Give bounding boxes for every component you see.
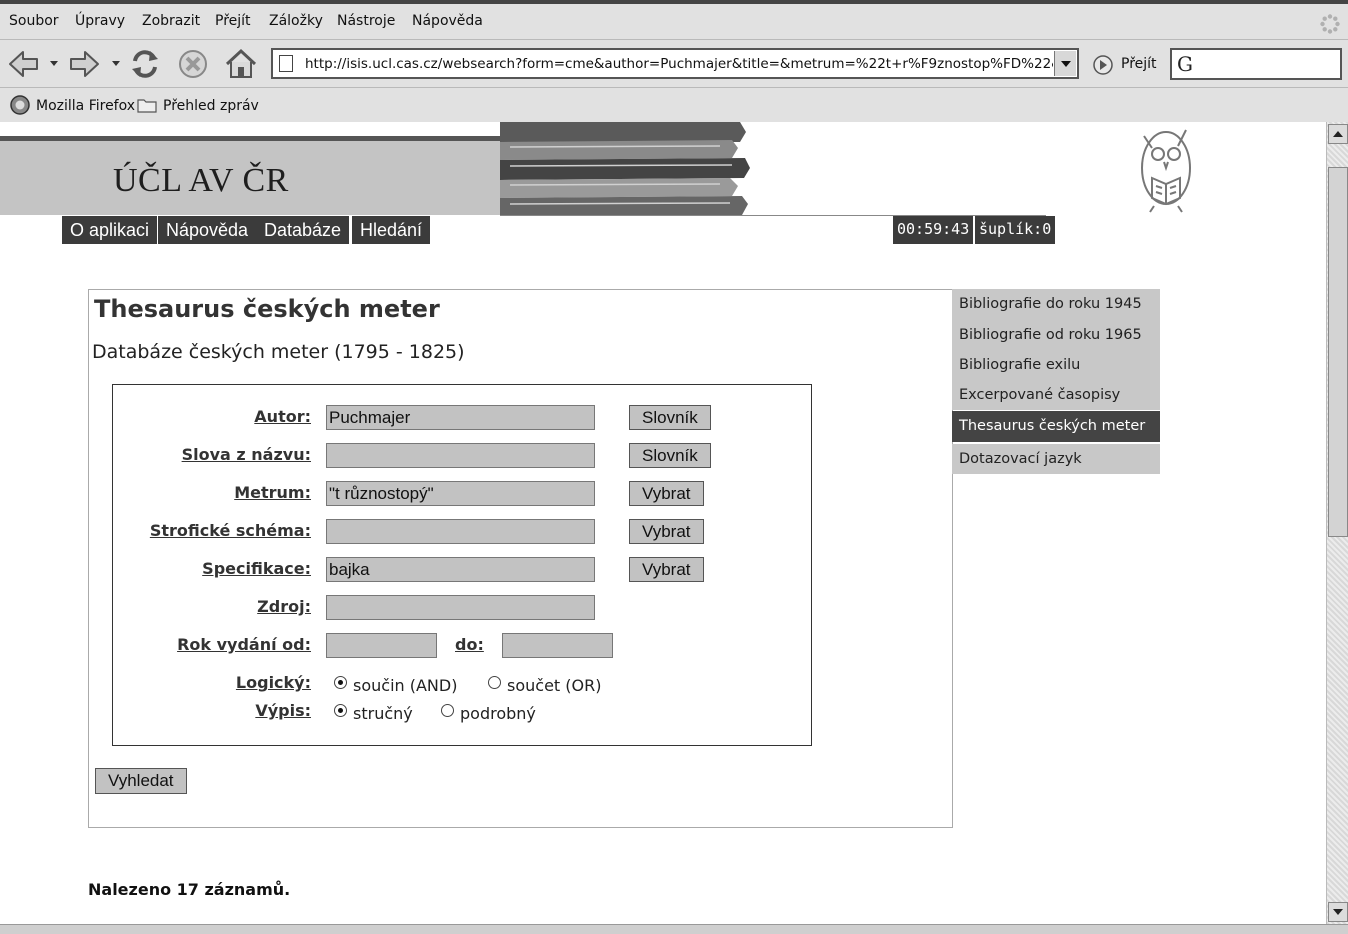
menu-item-bibliography-1965[interactable]: Bibliografie od roku 1965 xyxy=(952,320,1160,350)
result-count: Nalezeno 17 záznamů. xyxy=(88,880,291,899)
back-arrow-icon[interactable] xyxy=(6,47,40,81)
specification-input[interactable]: bajka xyxy=(326,557,595,582)
address-url[interactable]: http://isis.ucl.cas.cz/websearch?form=cm… xyxy=(305,56,1053,72)
year-from-label[interactable]: Rok vydání od: xyxy=(177,635,311,654)
search-engine-icon[interactable]: G xyxy=(1177,52,1193,76)
drawer-counter[interactable]: šuplík:0 xyxy=(975,216,1056,244)
output-detailed-radio[interactable] xyxy=(441,704,454,717)
tab-help[interactable]: Nápověda xyxy=(158,216,259,244)
output-brief-label[interactable]: stručný xyxy=(353,704,413,723)
title-words-dictionary-button[interactable]: Slovník xyxy=(629,443,711,468)
page-title: Thesaurus českých meter xyxy=(94,295,440,323)
menu-go[interactable]: Přejít xyxy=(215,13,251,29)
throbber-icon xyxy=(1320,14,1340,34)
folder-icon xyxy=(137,99,157,113)
session-timer: 00:59:43 xyxy=(893,216,974,244)
title-words-label[interactable]: Slova z názvu: xyxy=(182,445,311,464)
tab-search[interactable]: Hledání xyxy=(352,216,433,244)
specification-label[interactable]: Specifikace: xyxy=(202,559,311,578)
forward-arrow-icon[interactable] xyxy=(68,47,102,81)
address-bar[interactable]: http://isis.ucl.cas.cz/websearch?form=cm… xyxy=(271,48,1079,79)
meter-label[interactable]: Metrum: xyxy=(234,483,311,502)
forward-history-dropdown-icon[interactable] xyxy=(112,61,120,66)
owl-logo-icon xyxy=(1141,129,1191,213)
logic-or-radio[interactable] xyxy=(488,676,501,689)
home-icon[interactable] xyxy=(224,47,258,81)
stop-icon[interactable] xyxy=(176,47,210,81)
vertical-scrollbar[interactable] xyxy=(1326,122,1348,924)
meter-input[interactable]: "t různostopý" xyxy=(326,481,595,506)
menu-item-meter-thesaurus[interactable]: Thesaurus českých meter xyxy=(952,411,1160,442)
scroll-down-icon[interactable] xyxy=(1328,902,1348,922)
source-label[interactable]: Zdroj: xyxy=(257,597,311,616)
source-input[interactable] xyxy=(326,595,595,620)
menu-item-exile-bibliography[interactable]: Bibliografie exilu xyxy=(952,350,1160,380)
bookmarks-toolbar: Mozilla Firefox Přehled zpráv xyxy=(0,89,1348,122)
author-label[interactable]: Autor: xyxy=(254,407,311,426)
tab-about[interactable]: O aplikaci xyxy=(62,216,160,244)
browser-chrome: Soubor Úpravy Zobrazit Přejít Záložky Ná… xyxy=(0,0,1348,122)
menu-bookmarks[interactable]: Záložky xyxy=(269,13,323,29)
menu-tools[interactable]: Nástroje xyxy=(337,13,395,29)
author-dictionary-button[interactable]: Slovník xyxy=(629,405,711,430)
page-subtitle: Databáze českých meter (1795 - 1825) xyxy=(92,341,465,363)
reload-icon[interactable] xyxy=(128,47,162,81)
firefox-icon xyxy=(10,95,30,115)
scroll-up-icon[interactable] xyxy=(1328,124,1348,144)
strophic-scheme-input[interactable] xyxy=(326,519,595,544)
output-brief-radio[interactable] xyxy=(334,704,347,717)
bookmark-news-overview[interactable]: Přehled zpráv xyxy=(163,98,259,114)
logic-and-radio[interactable] xyxy=(334,676,347,689)
menu-item-query-language[interactable]: Dotazovací jazyk xyxy=(952,444,1160,474)
menu-help[interactable]: Nápověda xyxy=(412,13,483,29)
menu-edit[interactable]: Úpravy xyxy=(75,13,125,29)
logic-or-label[interactable]: součet (OR) xyxy=(507,676,601,695)
menu-view[interactable]: Zobrazit xyxy=(142,13,200,29)
go-arrow-icon xyxy=(1093,55,1113,75)
search-button[interactable]: Vyhledat xyxy=(95,768,187,794)
output-label[interactable]: Výpis: xyxy=(255,701,311,720)
page-icon xyxy=(279,55,293,72)
site-title: ÚČL AV ČR xyxy=(113,162,289,199)
logic-label[interactable]: Logický: xyxy=(236,673,311,692)
year-to-label[interactable]: do: xyxy=(455,635,484,654)
output-detailed-label[interactable]: podrobný xyxy=(460,704,536,723)
menu-item-bibliography-1945[interactable]: Bibliografie do roku 1945 xyxy=(952,289,1160,320)
address-dropdown-icon[interactable] xyxy=(1054,51,1076,76)
year-from-input[interactable] xyxy=(326,633,437,658)
year-to-input[interactable] xyxy=(502,633,613,658)
author-input[interactable]: Puchmajer xyxy=(326,405,595,430)
meter-select-button[interactable]: Vybrat xyxy=(629,481,704,506)
logic-and-label[interactable]: součin (AND) xyxy=(353,676,457,695)
search-input[interactable]: G xyxy=(1170,48,1342,80)
menu-bar: Soubor Úpravy Zobrazit Přejít Záložky Ná… xyxy=(0,4,1348,40)
menu-item-excerpted-journals[interactable]: Excerpované časopisy xyxy=(952,380,1160,410)
bookmark-mozilla-firefox[interactable]: Mozilla Firefox xyxy=(36,98,135,114)
tab-database[interactable]: Databáze xyxy=(256,216,352,244)
search-panel: Thesaurus českých meter Databáze českých… xyxy=(88,289,953,828)
navigation-toolbar: http://isis.ucl.cas.cz/websearch?form=cm… xyxy=(0,41,1348,88)
books-image xyxy=(500,122,750,215)
scrollbar-thumb[interactable] xyxy=(1328,167,1348,537)
title-words-input[interactable] xyxy=(326,443,595,468)
specification-select-button[interactable]: Vybrat xyxy=(629,557,704,582)
page-viewport: ÚČL AV ČR O aplikaci Nápověda Databáze H… xyxy=(0,122,1326,924)
strophic-select-button[interactable]: Vybrat xyxy=(629,519,704,544)
strophic-scheme-label[interactable]: Strofické schéma: xyxy=(150,521,311,540)
menu-file[interactable]: Soubor xyxy=(9,13,59,29)
search-form: Autor: Puchmajer Slovník Slova z názvu: … xyxy=(112,384,812,746)
go-label: Přejít xyxy=(1121,56,1157,72)
status-bar xyxy=(0,924,1348,934)
back-history-dropdown-icon[interactable] xyxy=(50,61,58,66)
